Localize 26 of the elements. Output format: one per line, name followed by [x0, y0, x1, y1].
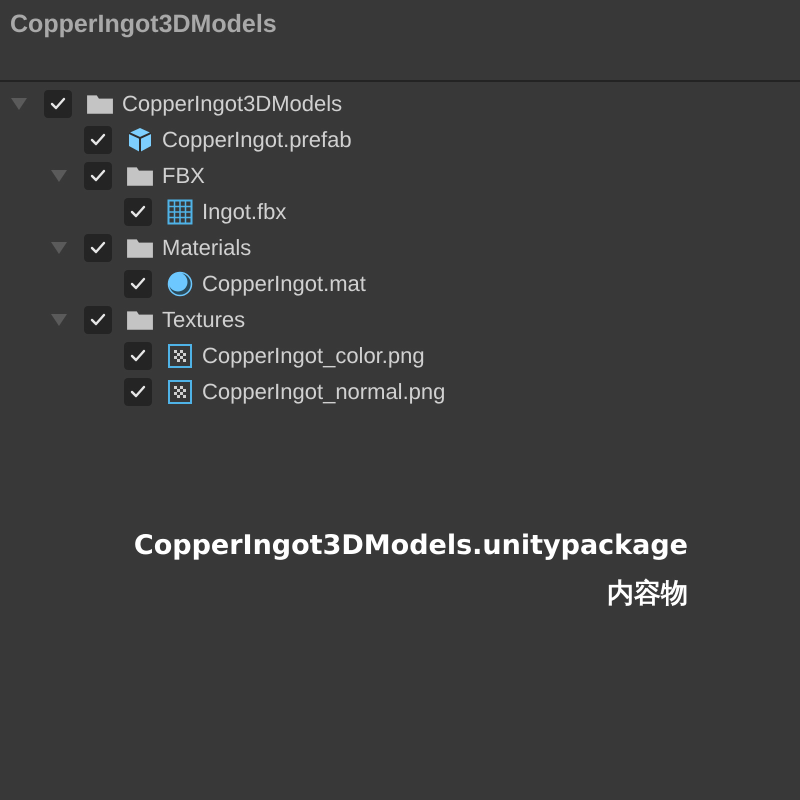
tree-item-label[interactable]: Ingot.fbx: [202, 199, 286, 225]
window-title: CopperIngot3DModels: [10, 10, 277, 38]
cube-icon: [126, 127, 154, 153]
checkbox[interactable]: [84, 162, 112, 190]
sphere-icon: [166, 271, 194, 297]
checkbox[interactable]: [124, 378, 152, 406]
tree-item-label[interactable]: CopperIngot3DModels: [122, 91, 342, 117]
tree-item-label[interactable]: FBX: [162, 163, 205, 189]
grid-icon: [166, 199, 194, 225]
tree-item-label[interactable]: CopperIngot_color.png: [202, 343, 425, 369]
tree-item-label[interactable]: CopperIngot.mat: [202, 271, 366, 297]
tree-item-label[interactable]: CopperIngot.prefab: [162, 127, 352, 153]
caption-text: 内容物: [607, 577, 688, 611]
tree-item-label[interactable]: Textures: [162, 307, 246, 333]
tree-item-label[interactable]: Materials: [162, 235, 252, 261]
checkbox[interactable]: [124, 342, 152, 370]
caption-text: CopperIngot3DModels.unitypackage: [134, 530, 688, 561]
checkbox[interactable]: [84, 126, 112, 154]
tree-item-label[interactable]: CopperIngot_normal.png: [202, 379, 446, 405]
checkbox[interactable]: [124, 270, 152, 298]
checkbox[interactable]: [84, 306, 112, 334]
texture-icon: [166, 379, 194, 405]
checkbox[interactable]: [44, 90, 72, 118]
checkbox[interactable]: [84, 234, 112, 262]
texture-icon: [166, 343, 194, 369]
checkbox[interactable]: [124, 198, 152, 226]
